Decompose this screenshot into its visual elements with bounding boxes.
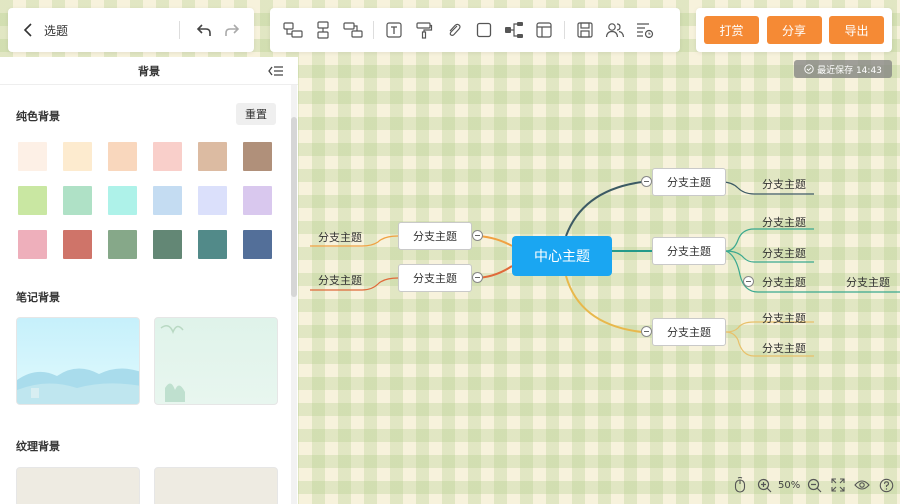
document-title[interactable]: 选题 (44, 22, 171, 39)
collapse-toggle-icon[interactable] (472, 230, 483, 241)
collapse-icon (268, 66, 283, 76)
collapse-panel-button[interactable] (268, 64, 284, 78)
color-swatch[interactable] (153, 142, 182, 171)
eye-icon[interactable] (854, 477, 870, 493)
help-icon[interactable] (878, 477, 894, 493)
mouse-icon[interactable] (732, 477, 748, 493)
branch-node[interactable]: 分支主题 (398, 222, 472, 250)
leaf-node[interactable]: 分支主题 (762, 214, 806, 230)
panel-title: 背景 (138, 64, 160, 78)
reset-button[interactable]: 重置 (236, 103, 276, 125)
undo-icon (196, 24, 211, 36)
leaf-node[interactable]: 分支主题 (318, 229, 362, 245)
color-swatch[interactable] (108, 142, 137, 171)
leaf-node[interactable]: 分支主题 (762, 274, 806, 290)
zoom-in-icon[interactable] (756, 477, 772, 493)
redo-button[interactable] (220, 18, 244, 42)
note-background-title: 笔记背景 (16, 291, 60, 304)
leaf-node[interactable]: 分支主题 (762, 340, 806, 356)
texture-background-list (16, 467, 278, 504)
solid-background-title: 纯色背景 (16, 110, 60, 123)
texture-background-thumbnail[interactable] (16, 467, 140, 504)
undo-button[interactable] (192, 18, 216, 42)
title-bar: 选题 (8, 8, 254, 52)
center-topic-node[interactable]: 中心主题 (512, 236, 612, 276)
note-background-list (16, 317, 278, 405)
back-button[interactable] (18, 18, 38, 42)
panel-scrollbar-thumb[interactable] (291, 117, 297, 297)
color-swatch[interactable] (243, 142, 272, 171)
color-swatch[interactable] (243, 230, 272, 259)
divider (179, 21, 180, 39)
collapse-toggle-icon[interactable] (641, 176, 652, 187)
background-panel: 背景 纯色背景 重置 笔记背景 纹理背景 (0, 57, 298, 504)
zoom-out-icon[interactable] (806, 477, 822, 493)
panel-header: 背景 (0, 57, 298, 85)
color-swatch[interactable] (18, 142, 47, 171)
leaf-node[interactable]: 分支主题 (846, 274, 890, 290)
mindmap-canvas[interactable]: 中心主题 分支主题 分支主题 分支主题 分支主题 分支主题 分支主题 分支主题 … (298, 0, 900, 504)
color-swatch[interactable] (198, 186, 227, 215)
leaf-node[interactable]: 分支主题 (318, 272, 362, 288)
branch-node[interactable]: 分支主题 (398, 264, 472, 292)
color-swatch[interactable] (18, 230, 47, 259)
plant-illustration-icon (160, 325, 185, 402)
color-swatch[interactable] (198, 230, 227, 259)
branch-node[interactable]: 分支主题 (652, 318, 726, 346)
collapse-toggle-icon[interactable] (641, 326, 652, 337)
color-swatch[interactable] (108, 230, 137, 259)
note-background-thumbnail[interactable] (154, 317, 278, 405)
color-swatch[interactable] (198, 142, 227, 171)
zoom-toolbar: 50% (728, 476, 898, 494)
color-swatch-grid (18, 142, 278, 259)
color-swatch[interactable] (18, 186, 47, 215)
note-background-thumbnail[interactable] (16, 317, 140, 405)
chevron-left-icon (23, 23, 32, 37)
texture-background-thumbnail[interactable] (154, 467, 278, 504)
color-swatch[interactable] (153, 186, 182, 215)
color-swatch[interactable] (108, 186, 137, 215)
fit-screen-icon[interactable] (830, 477, 846, 493)
collapse-toggle-icon[interactable] (743, 276, 754, 287)
landscape-illustration-icon (17, 368, 139, 404)
branch-node[interactable]: 分支主题 (652, 168, 726, 196)
texture-background-title: 纹理背景 (16, 440, 60, 453)
leaf-node[interactable]: 分支主题 (762, 245, 806, 261)
zoom-level: 50% (778, 479, 801, 491)
color-swatch[interactable] (63, 230, 92, 259)
color-swatch[interactable] (63, 142, 92, 171)
color-swatch[interactable] (243, 186, 272, 215)
color-swatch[interactable] (153, 230, 182, 259)
leaf-node[interactable]: 分支主题 (762, 176, 806, 192)
redo-icon (225, 24, 240, 36)
branch-node[interactable]: 分支主题 (652, 237, 726, 265)
leaf-node[interactable]: 分支主题 (762, 310, 806, 326)
collapse-toggle-icon[interactable] (472, 272, 483, 283)
color-swatch[interactable] (63, 186, 92, 215)
